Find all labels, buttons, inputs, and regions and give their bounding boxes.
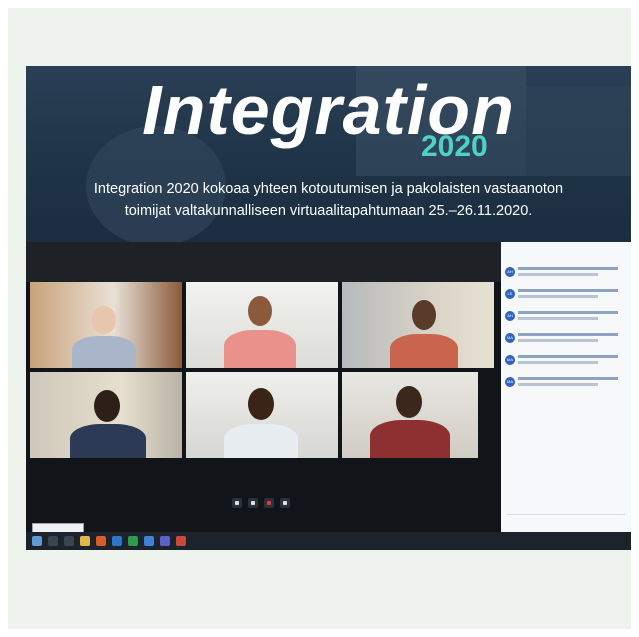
app-icon[interactable]	[176, 536, 186, 546]
video-meeting-screen: AH LE AH MA MA MA	[26, 242, 631, 550]
chat-avatar: MA	[505, 355, 515, 365]
chat-avatar: AH	[505, 267, 515, 277]
outlook-icon[interactable]	[144, 536, 154, 546]
browser-icon[interactable]	[112, 536, 122, 546]
settings-icon[interactable]	[280, 498, 290, 508]
participant-tile[interactable]	[342, 372, 478, 458]
chat-avatar: MA	[505, 377, 515, 387]
participant-tile[interactable]	[30, 372, 182, 458]
banner-caption-line: Integration 2020 kokoaa yhteen kotoutumi…	[93, 181, 564, 197]
windows-taskbar	[26, 532, 631, 550]
microphone-icon[interactable]	[248, 498, 258, 508]
screen-share-icon[interactable]	[264, 498, 274, 508]
event-banner: Integration 2020 Integration 2020 kokoaa…	[26, 66, 631, 242]
participant-tile[interactable]	[342, 282, 494, 368]
chat-message: MA	[505, 376, 627, 394]
chat-tabs	[507, 248, 627, 260]
participant-tile[interactable]	[30, 282, 182, 368]
chat-message: MA	[505, 332, 627, 350]
chat-avatar: LE	[505, 289, 515, 299]
start-icon[interactable]	[32, 536, 42, 546]
meeting-header	[26, 242, 501, 282]
camera-icon[interactable]	[232, 498, 242, 508]
banner-caption-line: toimijat valtakunnalliseen virtuaalitapa…	[124, 203, 533, 219]
banner-caption: Integration 2020 kokoaa yhteen kotoutumi…	[26, 178, 631, 222]
search-icon[interactable]	[48, 536, 58, 546]
chat-avatar: MA	[505, 333, 515, 343]
teams-icon[interactable]	[160, 536, 170, 546]
task-view-icon[interactable]	[64, 536, 74, 546]
banner-title: Integration	[142, 71, 515, 149]
chat-input[interactable]	[507, 514, 625, 525]
participant-tile[interactable]	[186, 282, 338, 368]
chat-message: AH	[505, 266, 627, 284]
participant-tile[interactable]	[186, 372, 338, 458]
chat-avatar: AH	[505, 311, 515, 321]
file-explorer-icon[interactable]	[80, 536, 90, 546]
meeting-controls	[226, 496, 306, 510]
banner-year: 2020	[421, 130, 488, 163]
chat-message: MA	[505, 354, 627, 372]
app-icon[interactable]	[128, 536, 138, 546]
chat-message: LE	[505, 288, 627, 306]
chat-message: AH	[505, 310, 627, 328]
app-icon[interactable]	[96, 536, 106, 546]
chat-panel: AH LE AH MA MA MA	[501, 242, 631, 532]
